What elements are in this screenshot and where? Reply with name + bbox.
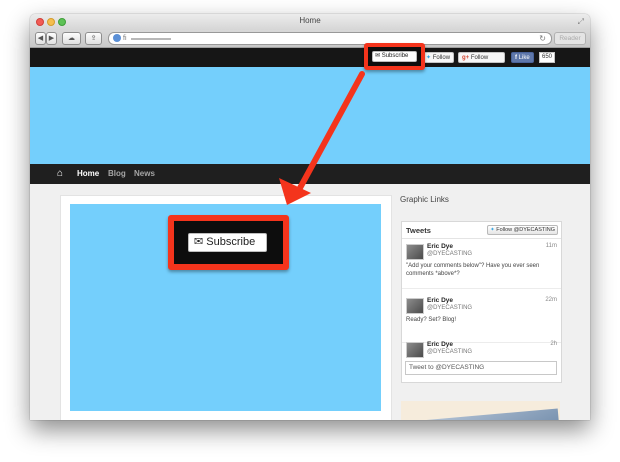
twitter-bird-icon: ✦ xyxy=(490,227,495,233)
facebook-icon: f xyxy=(515,55,517,61)
envelope-icon: ✉ xyxy=(375,53,381,59)
reader-button[interactable]: Reader xyxy=(554,32,586,45)
facebook-like-count: 650 xyxy=(539,52,556,63)
url-text: fi xyxy=(123,35,127,42)
forward-button[interactable]: ▶ xyxy=(46,32,57,45)
site-top-bar: ✉ Subscribe ✦ Follow g+ Follow f Like 65… xyxy=(30,48,590,67)
header-banner xyxy=(30,67,590,164)
tweet-author-handle[interactable]: @DYECASTING xyxy=(427,251,472,257)
google-plus-follow-label: Follow xyxy=(470,55,489,61)
main-nav: ⌂ Home Blog News xyxy=(30,164,590,184)
browser-window: Home ⤢ ◀ ▶ ☁ ⇪ fi ↻ Reader ✉ Subscribe ✦… xyxy=(30,14,590,420)
share-button[interactable]: ⇪ xyxy=(85,32,102,45)
google-plus-follow-button[interactable]: g+ Follow xyxy=(458,52,505,63)
tweet-text: Ready? Set? Blog! xyxy=(406,317,457,323)
tweet-author-handle[interactable]: @DYECASTING xyxy=(427,349,472,355)
envelope-icon: ✉ xyxy=(194,236,204,248)
tweet-time[interactable]: 2h xyxy=(550,341,557,347)
photo-content xyxy=(408,408,560,420)
title-bar: Home ⤢ xyxy=(30,14,590,30)
url-redacted xyxy=(131,38,171,40)
callout-highlight-large: ✉ Subscribe xyxy=(168,215,289,270)
tweet-divider xyxy=(402,288,561,289)
tweet-item[interactable]: Eric Dye @DYECASTING 11m "Add your comme… xyxy=(402,239,561,289)
subscribe-main-label: Subscribe xyxy=(206,236,256,248)
facebook-like-button[interactable]: f Like xyxy=(511,52,534,63)
avatar[interactable] xyxy=(406,342,424,358)
tweet-author-name[interactable]: Eric Dye xyxy=(427,341,453,348)
tweet-author-name[interactable]: Eric Dye xyxy=(427,243,453,250)
fullscreen-icon[interactable]: ⤢ xyxy=(578,17,584,27)
globe-icon xyxy=(113,34,121,42)
tweet-text: "Add your comments below"? Have you ever… xyxy=(406,263,540,277)
tweets-title: Tweets xyxy=(406,226,431,235)
tweet-author-name[interactable]: Eric Dye xyxy=(427,297,453,304)
graphic-link-image[interactable] xyxy=(401,401,560,420)
back-button[interactable]: ◀ xyxy=(35,32,46,45)
refresh-icon[interactable]: ↻ xyxy=(539,33,546,44)
subscribe-main-button[interactable]: ✉ Subscribe xyxy=(188,233,267,252)
tweet-item[interactable]: Eric Dye @DYECASTING 2h xyxy=(402,337,561,359)
twitter-follow-button[interactable]: ✦ Follow xyxy=(422,52,455,63)
twitter-bird-icon: ✦ xyxy=(426,55,432,61)
subscribe-small-callout-button[interactable]: ✉ Subscribe xyxy=(372,51,417,62)
window-title: Home xyxy=(299,16,321,25)
tweet-compose-input[interactable]: Tweet to @DYECASTING xyxy=(405,361,557,375)
twitter-follow-label: Follow xyxy=(432,55,451,61)
browser-toolbar: ◀ ▶ ☁ ⇪ fi ↻ Reader xyxy=(30,30,590,48)
tweet-time[interactable]: 22m xyxy=(545,297,557,303)
google-plus-icon: g+ xyxy=(462,55,470,61)
page-content: ✉ Subscribe ✦ Follow g+ Follow f Like 65… xyxy=(30,48,590,420)
twitter-widget: Tweets ✦ Follow @DYECASTING Eric Dye @DY… xyxy=(401,221,562,383)
subscribe-small-callout-label: Subscribe xyxy=(381,53,409,59)
tweet-author-handle[interactable]: @DYECASTING xyxy=(427,305,472,311)
twitter-widget-follow-button[interactable]: ✦ Follow @DYECASTING xyxy=(487,225,558,235)
nav-item-home[interactable]: Home xyxy=(77,167,99,181)
nav-item-blog[interactable]: Blog xyxy=(108,167,126,181)
tweet-time[interactable]: 11m xyxy=(546,243,557,249)
twitter-widget-follow-label: Follow @DYECASTING xyxy=(496,227,555,233)
avatar[interactable] xyxy=(406,244,424,260)
tweet-item[interactable]: Eric Dye @DYECASTING 22m Ready? Set? Blo… xyxy=(402,293,561,343)
nav-item-news[interactable]: News xyxy=(134,167,155,181)
home-icon[interactable]: ⌂ xyxy=(57,167,63,181)
facebook-like-label: Like xyxy=(518,55,530,61)
address-bar[interactable]: fi ↻ xyxy=(108,32,552,45)
avatar[interactable] xyxy=(406,298,424,314)
icloud-tabs-button[interactable]: ☁ xyxy=(62,32,81,45)
callout-highlight-small: ✉ Subscribe xyxy=(364,43,425,70)
sidebar-heading: Graphic Links xyxy=(400,195,449,204)
